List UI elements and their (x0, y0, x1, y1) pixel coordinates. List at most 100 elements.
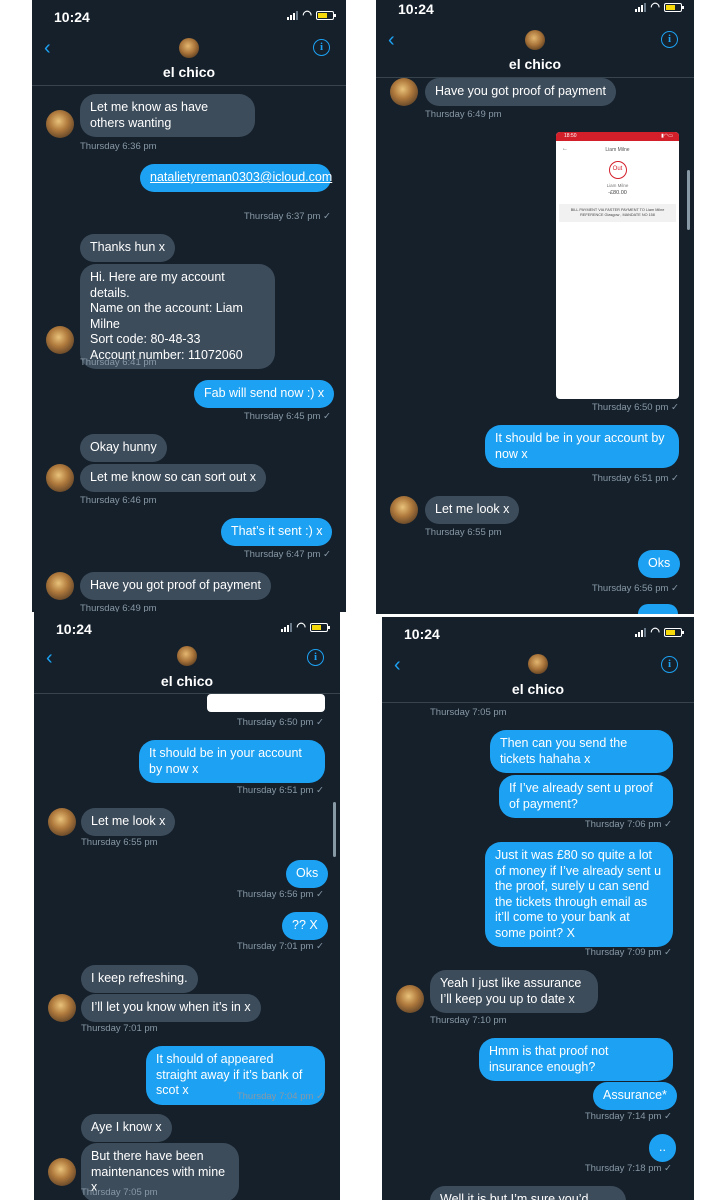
incoming-message[interactable]: Thanks hun x (80, 234, 176, 262)
outgoing-message[interactable]: It should be in your account by now x (139, 740, 325, 783)
outgoing-message[interactable]: If I’ve already sent u proof of payment? (499, 775, 673, 818)
incoming-message[interactable]: Let me look x (81, 808, 176, 836)
chat-header: ‹ el chico i (376, 20, 694, 78)
payment-screenshot-image[interactable]: 18:50 ▮◠▭ ← Liam Milne Out Liam Milne -£80… (556, 132, 679, 399)
outgoing-message[interactable]: .. (649, 1134, 676, 1162)
outgoing-message-partial[interactable] (638, 604, 678, 614)
chat-header: ‹ el chico i (34, 640, 340, 694)
avatar[interactable] (46, 464, 74, 492)
chevron-left-icon[interactable]: ‹ (46, 648, 53, 668)
payment-screenshot-image[interactable] (207, 694, 325, 712)
timestamp: Thursday 6:37 pm ✓ (243, 211, 331, 222)
contact-name[interactable]: el chico (376, 56, 694, 72)
incoming-message[interactable]: Yeah I just like assurance I’ll keep you… (430, 970, 598, 1013)
timestamp: Thursday 6:47 pm ✓ (243, 549, 331, 560)
battery-charging-icon (664, 3, 684, 12)
timestamp: Thursday 6:51 pm ✓ (236, 785, 324, 796)
scrollbar[interactable] (687, 170, 690, 230)
wifi-icon: ◠ (650, 626, 660, 638)
info-circle-icon[interactable]: i (661, 31, 678, 48)
incoming-message[interactable]: Let me look x (425, 496, 520, 524)
outgoing-message[interactable]: Fab will send now :) x (194, 380, 335, 408)
outgoing-message[interactable]: Oks (638, 550, 681, 578)
outgoing-message[interactable]: Hmm is that proof not insurance enough? (479, 1038, 673, 1081)
chat-screenshot-1: 10:24 ◠ ‹ el chico i Let me know as have… (32, 0, 346, 612)
chevron-left-icon[interactable]: ‹ (394, 655, 401, 675)
avatar[interactable] (48, 808, 76, 836)
timestamp: Thursday 6:49 pm (425, 109, 502, 120)
chat-header: ‹ el chico i (32, 28, 346, 86)
info-circle-icon[interactable]: i (661, 656, 678, 673)
incoming-message[interactable]: Have you got proof of payment (425, 78, 616, 106)
avatar[interactable] (48, 994, 76, 1022)
timestamp: Thursday 6:46 pm (80, 495, 157, 506)
timestamp: Thursday 6:55 pm (81, 837, 158, 848)
contact-avatar[interactable] (525, 30, 545, 50)
timestamp: Thursday 6:49 pm (80, 603, 157, 612)
info-circle-icon[interactable]: i (313, 39, 330, 56)
back-arrow-icon: ← (562, 146, 568, 152)
battery-charging-icon (310, 623, 330, 632)
avatar[interactable] (46, 572, 74, 600)
timestamp: Thursday 7:18 pm ✓ (584, 1163, 672, 1174)
contact-name[interactable]: el chico (34, 673, 340, 689)
info-circle-icon[interactable]: i (307, 649, 324, 666)
chat-screenshot-2: 10:24 ◠ ‹ el chico i Have you got proof … (376, 0, 694, 614)
contact-name[interactable]: el chico (32, 64, 346, 80)
chat-screenshot-3: 10:24 ◠ ‹ el chico i Thursday 6:50 pm ✓ … (34, 612, 340, 1200)
outgoing-message[interactable]: natalietyreman0303@icloud.com (140, 164, 332, 192)
signal-icon (287, 11, 299, 20)
timestamp: Thursday 7:04 pm ✓ (236, 1091, 324, 1102)
avatar[interactable] (396, 985, 424, 1013)
timestamp: Thursday 7:01 pm ✓ (236, 941, 324, 952)
incoming-message[interactable]: Hi. Here are my account details. Name on… (80, 264, 275, 369)
timestamp: Thursday 7:14 pm ✓ (584, 1111, 672, 1122)
outgoing-message[interactable]: It should be in your account by now x (485, 425, 679, 468)
outgoing-message[interactable]: Then can you send the tickets hahaha x (490, 730, 673, 773)
contact-avatar[interactable] (179, 38, 199, 58)
incoming-message-partial[interactable]: Well it is but I’m sure you’d (430, 1186, 626, 1200)
timestamp: Thursday 6:51 pm ✓ (591, 473, 679, 484)
scrollbar[interactable] (333, 802, 336, 857)
timestamp: Thursday 7:06 pm ✓ (584, 819, 672, 830)
incoming-message[interactable]: Have you got proof of payment (80, 572, 271, 600)
incoming-message[interactable]: Let me know as have others wanting (80, 94, 255, 137)
outgoing-message[interactable]: That’s it sent :) x (221, 518, 333, 546)
timestamp: Thursday 6:55 pm (425, 527, 502, 538)
chevron-left-icon[interactable]: ‹ (44, 38, 51, 58)
avatar[interactable] (390, 496, 418, 524)
timestamp: Thursday 7:05 pm (430, 707, 507, 718)
contact-name[interactable]: el chico (382, 681, 694, 697)
avatar[interactable] (46, 110, 74, 138)
wifi-icon: ◠ (650, 1, 660, 13)
screenshot-title: Liam Milne (605, 147, 630, 153)
incoming-message[interactable]: Aye I know x (81, 1114, 172, 1142)
status-time: 10:24 (56, 621, 92, 637)
payee-name: Liam Milne (606, 183, 629, 188)
status-bar: 10:24 ◠ (382, 617, 694, 645)
status-time: 10:24 (404, 626, 440, 642)
incoming-message[interactable]: I keep refreshing. (81, 965, 198, 993)
incoming-message[interactable]: I’ll let you know when it’s in x (81, 994, 261, 1022)
outgoing-message[interactable]: Assurance* (593, 1082, 677, 1110)
chevron-left-icon[interactable]: ‹ (388, 30, 395, 50)
account-details-line: Hi. Here are my account details. (90, 270, 225, 300)
out-badge: Out (608, 161, 627, 179)
avatar[interactable] (46, 326, 74, 354)
payment-amount: -£80.00 (608, 190, 627, 196)
signal-icon (635, 628, 647, 637)
outgoing-message[interactable]: Oks (286, 860, 329, 888)
account-details-line: Sort code: 80-48-33 (90, 332, 201, 346)
contact-avatar[interactable] (177, 646, 197, 666)
status-time: 10:24 (398, 1, 434, 17)
avatar[interactable] (390, 78, 418, 106)
outgoing-message[interactable]: Just it was £80 so quite a lot of money … (485, 842, 673, 947)
incoming-message[interactable]: Okay hunny (80, 434, 167, 462)
wifi-icon: ◠ (302, 9, 312, 21)
timestamp: Thursday 6:50 pm ✓ (236, 717, 324, 728)
incoming-message[interactable]: Let me know so can sort out x (80, 464, 267, 492)
contact-avatar[interactable] (528, 654, 548, 674)
timestamp: Thursday 6:56 pm ✓ (236, 889, 324, 900)
outgoing-message[interactable]: ?? X (282, 912, 328, 940)
avatar[interactable] (48, 1158, 76, 1186)
